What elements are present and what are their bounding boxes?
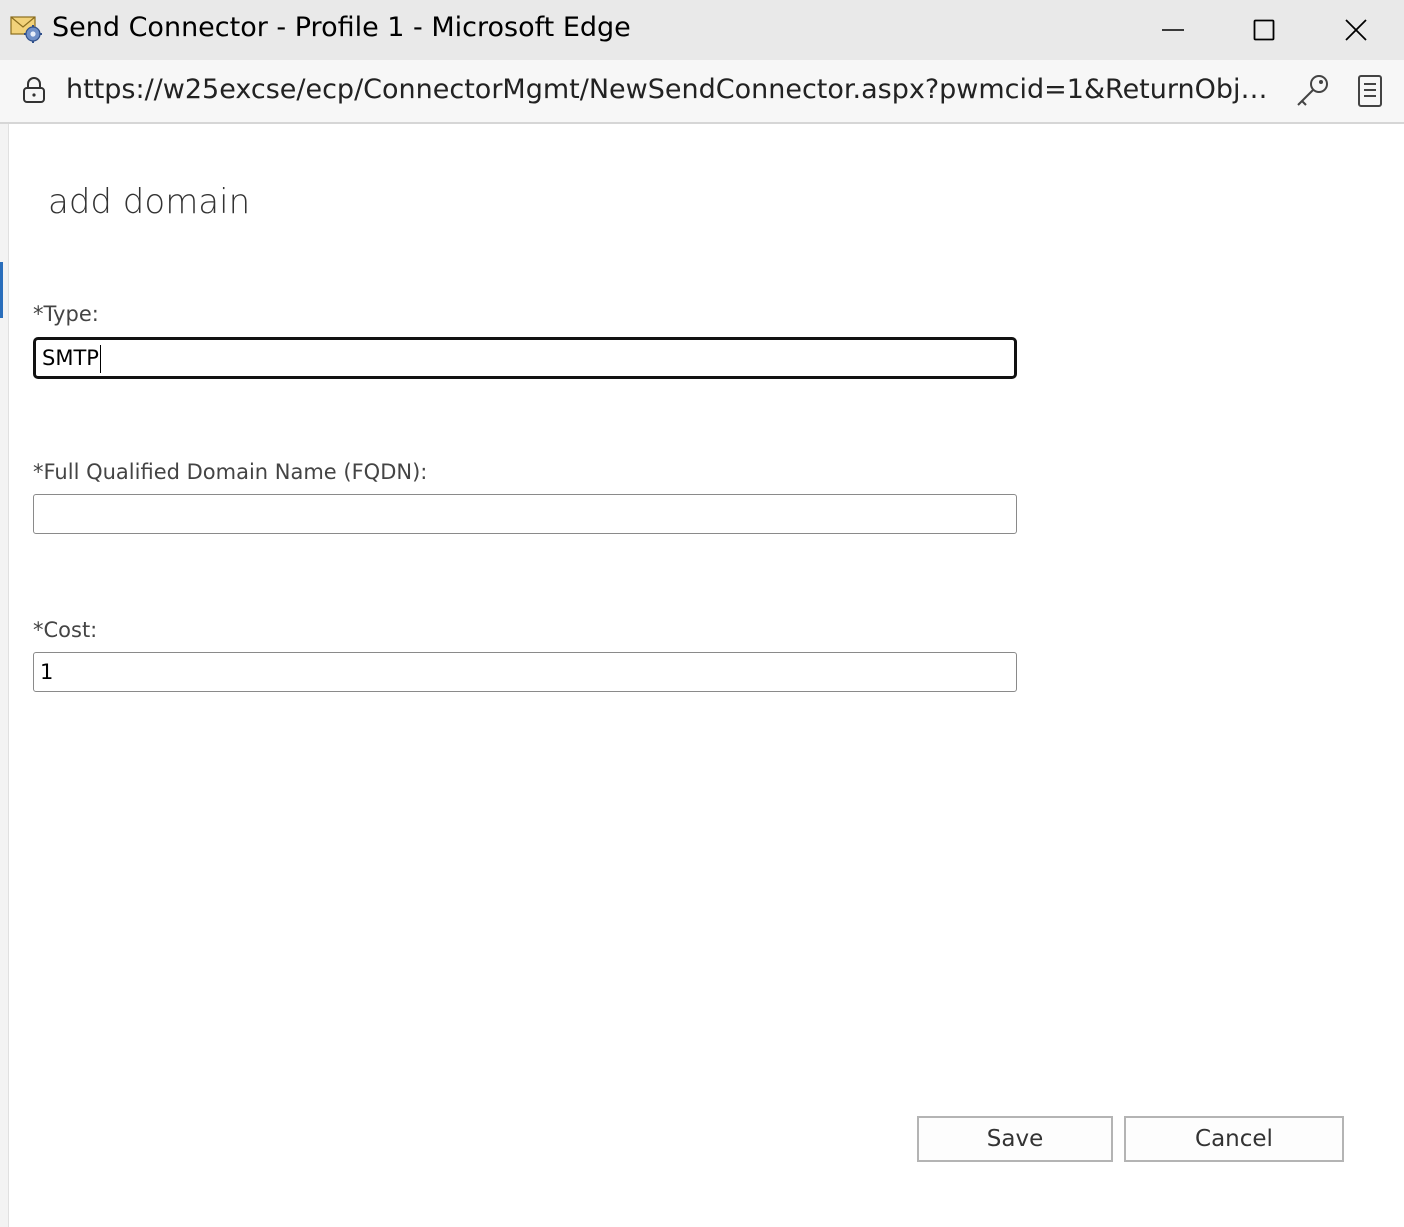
text-caret	[99, 345, 101, 373]
type-value: SMTP	[42, 346, 99, 370]
title-bar: Send Connector - Profile 1 - Microsoft E…	[0, 0, 1404, 60]
address-bar: https://w25excse/ecp/ConnectorMgmt/NewSe…	[0, 60, 1404, 124]
minimize-button[interactable]	[1138, 0, 1208, 60]
dialog-title: add domain	[48, 182, 251, 222]
fqdn-label: *Full Qualified Domain Name (FQDN):	[33, 460, 428, 484]
url-display[interactable]: https://w25excse/ecp/ConnectorMgmt/NewSe…	[66, 72, 1276, 108]
cancel-button[interactable]: Cancel	[1124, 1116, 1344, 1162]
window-title: Send Connector - Profile 1 - Microsoft E…	[52, 12, 631, 43]
lock-icon[interactable]	[20, 75, 48, 105]
browser-window: Send Connector - Profile 1 - Microsoft E…	[0, 0, 1404, 1227]
fqdn-input[interactable]	[33, 494, 1017, 534]
cost-input[interactable]: 1	[33, 652, 1017, 692]
background-page-accent	[0, 262, 3, 318]
minimize-icon	[1162, 29, 1184, 31]
reader-view-icon[interactable]	[1354, 74, 1386, 108]
maximize-icon	[1253, 19, 1275, 41]
maximize-button[interactable]	[1229, 0, 1299, 60]
close-icon	[1345, 19, 1367, 41]
dialog-content: add domain *Type: SMTP *Full Qualified D…	[9, 124, 1404, 1227]
mail-connector-icon	[10, 16, 42, 43]
type-input[interactable]: SMTP	[33, 337, 1017, 379]
save-button[interactable]: Save	[917, 1116, 1113, 1162]
close-button[interactable]	[1321, 0, 1391, 60]
cost-label: *Cost:	[33, 618, 98, 642]
key-icon[interactable]	[1294, 73, 1332, 109]
type-label: *Type:	[33, 302, 99, 326]
